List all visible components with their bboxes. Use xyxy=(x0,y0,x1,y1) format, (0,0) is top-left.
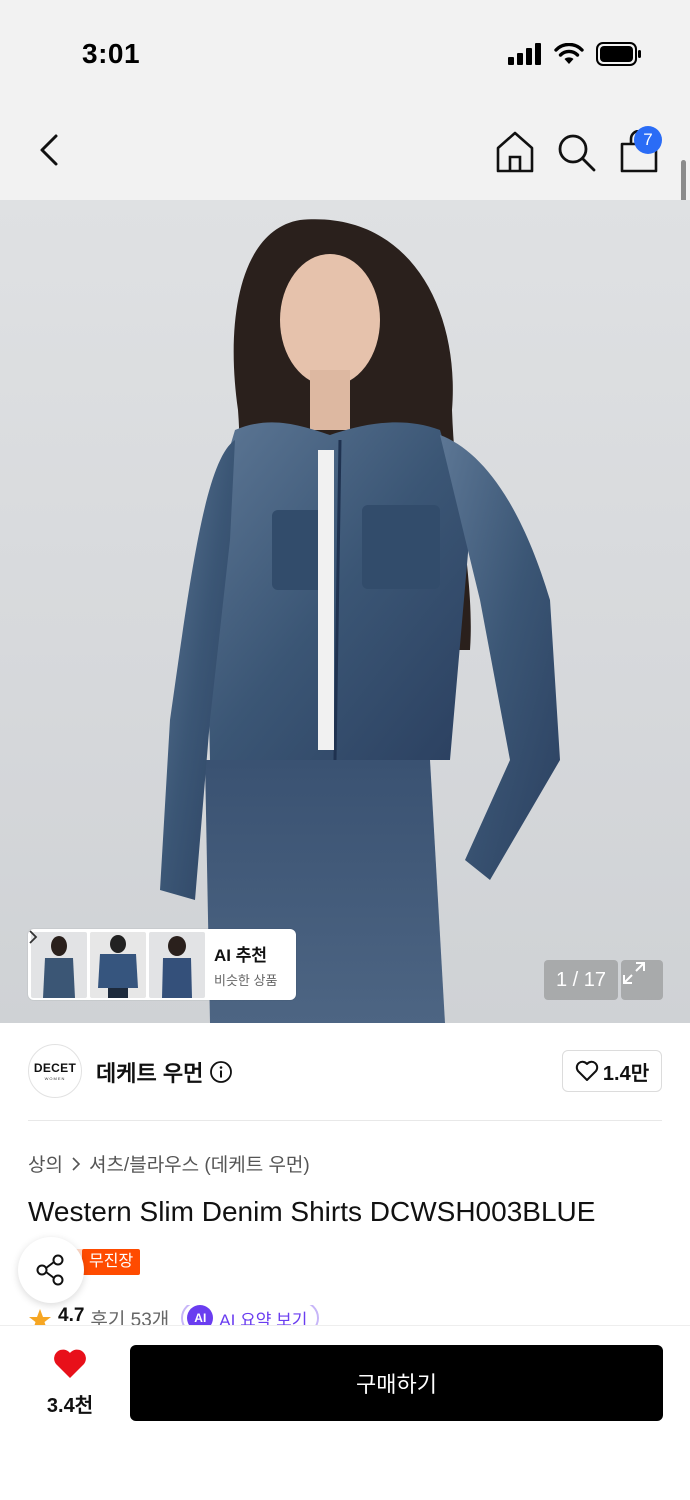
brand-logo-text: DECET xyxy=(33,1061,77,1075)
ai-recommend-card[interactable]: AI 추천 비슷한 상품 xyxy=(28,929,296,1000)
ai-summary-button[interactable]: AI AI 요약 보기 xyxy=(181,1305,320,1326)
signal-icon xyxy=(508,43,541,65)
ai-recommend-subtitle: 비슷한 상품 xyxy=(214,972,278,988)
brand-logo[interactable]: DECET WOMEN xyxy=(28,1044,82,1098)
info-icon[interactable] xyxy=(209,1060,233,1084)
heart-filled-icon xyxy=(54,1349,86,1378)
rating-value: 4.7 xyxy=(58,1305,85,1325)
chevron-right-icon xyxy=(29,930,38,944)
ai-recommend-title: AI 추천 xyxy=(29,930,277,966)
expand-icon xyxy=(623,962,645,984)
expand-image-button[interactable] xyxy=(621,960,663,1000)
similar-thumb-3 xyxy=(149,931,205,998)
breadcrumb-subcategory[interactable]: 셔츠/블라우스 (데케트 우먼) xyxy=(89,1150,310,1177)
similar-thumb-1 xyxy=(31,931,87,998)
heart-outline-icon xyxy=(575,1060,599,1081)
favorite-button[interactable]: 3.4천 xyxy=(40,1348,100,1418)
review-count-link[interactable]: 후기 53개 xyxy=(90,1305,169,1325)
rating-row: 4.7 후기 53개 AI AI 요약 보기 xyxy=(28,1305,668,1325)
share-button[interactable] xyxy=(18,1237,84,1303)
top-nav-bar xyxy=(0,100,690,200)
status-bar: 3:01 xyxy=(0,0,690,100)
home-icon[interactable] xyxy=(495,130,535,174)
ai-summary-label: AI 요약 보기 xyxy=(219,1310,308,1326)
favorite-count: 3.4천 xyxy=(46,1395,94,1417)
product-photo-illustration xyxy=(160,219,560,1023)
cart-count-badge: 7 xyxy=(634,126,662,154)
share-icon xyxy=(36,1254,64,1286)
brand-like-button[interactable]: 1.4만 xyxy=(562,1050,662,1092)
search-icon[interactable] xyxy=(556,132,596,172)
buy-button[interactable]: 구매하기 xyxy=(130,1345,663,1421)
star-icon xyxy=(29,1309,51,1325)
image-counter: 1 / 17 xyxy=(544,960,618,1000)
brand-name-text: 데케트 우먼 xyxy=(96,1061,204,1086)
battery-icon xyxy=(596,42,641,66)
status-icons xyxy=(508,42,642,66)
back-arrow-icon[interactable] xyxy=(30,130,70,170)
brand-logo-subtext: WOMEN xyxy=(44,1076,66,1081)
ai-logo-icon: AI xyxy=(187,1305,214,1325)
breadcrumb: 상의 셔츠/블라우스 (데케트 우먼) xyxy=(28,1150,310,1177)
ai-recommend-title-text: AI 추천 xyxy=(214,945,268,965)
breadcrumb-category[interactable]: 상의 xyxy=(28,1150,63,1177)
similar-thumb-2 xyxy=(90,931,146,998)
wifi-icon xyxy=(554,43,584,64)
product-title: Western Slim Denim Shirts DCWSH003BLUE xyxy=(28,1196,596,1227)
product-image[interactable]: AI 추천 비슷한 상품 1 / 17 xyxy=(0,200,690,1023)
chevron-right-icon xyxy=(72,1156,81,1171)
brand-like-count: 1.4만 xyxy=(602,1062,650,1085)
divider xyxy=(28,1120,662,1121)
brand-name[interactable]: 데케트 우먼 xyxy=(96,1056,233,1088)
shipping-badge: 무진장 xyxy=(82,1249,141,1275)
status-time: 3:01 xyxy=(82,38,141,69)
